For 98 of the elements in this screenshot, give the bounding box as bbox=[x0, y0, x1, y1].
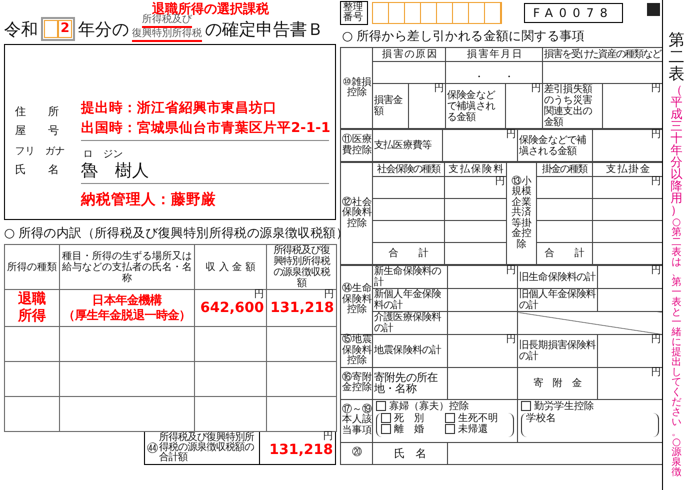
section-label: ⑮地震保険料控除 bbox=[342, 335, 372, 366]
checkbox[interactable] bbox=[381, 413, 391, 423]
field-label: 寄附先の所在地・名称 bbox=[374, 371, 438, 395]
year-digit: 2 bbox=[58, 20, 72, 38]
checkbox-label: 未帰還 bbox=[458, 424, 488, 434]
field-label: 保険金などで補塡される金額 bbox=[519, 134, 586, 156]
payer-text: 日本年金機構 bbox=[92, 293, 162, 308]
item-number: ㊹ bbox=[146, 442, 159, 454]
checkbox[interactable] bbox=[445, 413, 455, 423]
address-text: 出国時：宮城県仙台市青葉区片平2-1-1 bbox=[81, 119, 329, 138]
yen-unit: 円 bbox=[433, 84, 444, 94]
section-title: ○ 所得から差し引かれる金額に関する事項 bbox=[342, 28, 585, 45]
section-label: ⑭生命保険料控除 bbox=[342, 284, 372, 316]
date-separator: ・ bbox=[474, 72, 484, 83]
reference-label: 整理番号 bbox=[340, 1, 368, 25]
field-label: 氏 名 bbox=[15, 162, 60, 177]
checkbox[interactable] bbox=[381, 424, 391, 434]
tax-agent-text: 納税管理人：藤野厳 bbox=[81, 190, 217, 209]
title-text: の確定申告書Ｂ bbox=[205, 18, 324, 40]
instruction-note: ○第二表は、第一表と一緒に提出してください。○源泉徴 bbox=[672, 218, 682, 478]
section-label: ⑩雑損控除 bbox=[342, 78, 372, 98]
field-label: 旧長期損害保険料の計 bbox=[519, 340, 596, 362]
column-header: 支 払 保 険 料 bbox=[448, 164, 502, 175]
column-header: 所得の種類 bbox=[7, 262, 57, 272]
section-label: ⑳ bbox=[351, 448, 363, 459]
column-header: 収 入 金 額 bbox=[206, 262, 256, 272]
field-label: 支払医療費等 bbox=[374, 140, 432, 151]
income-type: 退職所得 bbox=[17, 291, 47, 325]
yen-unit: 円 bbox=[650, 368, 661, 378]
yen-unit: 円 bbox=[253, 290, 264, 300]
checkbox-label: 離 婚 bbox=[394, 424, 424, 434]
section-label: ⑪医療費控除 bbox=[342, 135, 372, 156]
total-label: 合 計 bbox=[544, 248, 584, 259]
field-label: 新生命保険料の計 bbox=[374, 266, 442, 288]
yen-unit: 円 bbox=[530, 84, 541, 94]
form-code: FA0078 bbox=[524, 3, 623, 23]
yen-unit: 円 bbox=[323, 290, 334, 300]
yen-unit: 円 bbox=[505, 266, 516, 276]
name-text: 魯 樹人 bbox=[81, 161, 150, 181]
square-mark bbox=[647, 3, 660, 16]
column-header: 損害を受けた資産の種類など bbox=[544, 49, 661, 60]
name-reading: ロ ジン bbox=[82, 148, 124, 161]
field-label: 損害金額 bbox=[374, 95, 403, 117]
column-header: 社会保険の種類 bbox=[377, 164, 440, 175]
column-header: 所得税及び復興特別所得税の源泉徴収税額 bbox=[273, 245, 330, 289]
field-label: 新個人年金保険料の計 bbox=[374, 289, 442, 311]
checkbox-label: 寡婦（寡夫）控除 bbox=[389, 400, 469, 412]
address-text: 提出時：浙江省紹興市東昌坊口 bbox=[81, 99, 278, 118]
checkbox-label: 勤労学生控除 bbox=[534, 400, 594, 412]
field-label: 旧個人年金保険料の計 bbox=[519, 289, 596, 311]
section-label: ⑫社会保険料控除 bbox=[342, 198, 372, 230]
year-cell bbox=[44, 20, 58, 38]
column-header: 損 害 年 月 日 bbox=[467, 49, 521, 60]
field-label: フリ ガナ bbox=[15, 145, 66, 158]
yen-unit: 円 bbox=[650, 130, 661, 140]
field-label: 差引損失額のうち災害関連支出の金額 bbox=[544, 84, 592, 128]
field-label: 寄 附 金 bbox=[533, 378, 582, 388]
field-label: 氏 名 bbox=[394, 446, 426, 460]
form-name: 第二表 bbox=[668, 32, 684, 82]
field-label: 地震保険料の計 bbox=[374, 345, 442, 356]
section-label: ⑯寄附金控除 bbox=[342, 372, 372, 394]
field-label: 住 所 bbox=[15, 104, 60, 119]
yen-unit: 円 bbox=[650, 335, 661, 345]
yen-unit: 円 bbox=[505, 335, 516, 345]
field-label: 屋 号 bbox=[15, 123, 60, 138]
yen-unit: 円 bbox=[650, 266, 661, 276]
tax-amount: 131,218 bbox=[269, 300, 334, 316]
checkbox-label: 死 別 bbox=[394, 412, 424, 424]
section-label: ⑰～⑲ 本人該当事項 bbox=[342, 404, 372, 436]
field-label: 旧生命保険料の計 bbox=[519, 272, 596, 282]
date-separator: ・ bbox=[504, 72, 514, 83]
yen-unit: 円 bbox=[322, 432, 333, 442]
total-amount: 131,218 bbox=[268, 442, 333, 458]
field-label: 介護医療保険料の計 bbox=[374, 312, 442, 334]
checkbox-label: 生死不明 bbox=[458, 412, 498, 424]
checkbox[interactable] bbox=[376, 401, 386, 411]
yen-unit: 円 bbox=[650, 84, 661, 94]
total-label: 所得税及び復興特別所得税の源泉徴収税額の合計額 bbox=[159, 433, 256, 463]
total-label: 合 計 bbox=[388, 248, 428, 259]
era-label: 令和 bbox=[4, 18, 38, 40]
income-amount: 642,600 bbox=[199, 300, 264, 316]
column-header: 種目・所得の生ずる場所又は給与などの支払者の氏名・名称 bbox=[62, 250, 192, 284]
struck-text: 復興特別所得税 bbox=[132, 29, 202, 42]
yen-unit: 円 bbox=[494, 177, 505, 187]
struck-text: 所得税及び bbox=[142, 15, 192, 28]
edition-note: （平成三十年分以降用） bbox=[670, 84, 682, 216]
checkbox[interactable] bbox=[445, 424, 455, 434]
field-label: 保険金などで補塡される金額 bbox=[447, 90, 496, 122]
column-header: 支 払 掛 金 bbox=[606, 164, 649, 175]
checkbox[interactable] bbox=[521, 401, 531, 411]
column-header: 掛金の種類 bbox=[542, 164, 587, 175]
section-label: ⑬小規模企業共済等掛金控除 bbox=[512, 176, 532, 250]
field-label: 学校名 bbox=[526, 412, 557, 424]
yen-unit: 円 bbox=[650, 177, 661, 187]
column-header: 損 害 の 原 因 bbox=[382, 49, 436, 60]
title-text: 年分の bbox=[78, 18, 129, 40]
yen-unit: 円 bbox=[505, 130, 516, 140]
payer-text: （厚生年金脱退一時金） bbox=[63, 308, 191, 323]
